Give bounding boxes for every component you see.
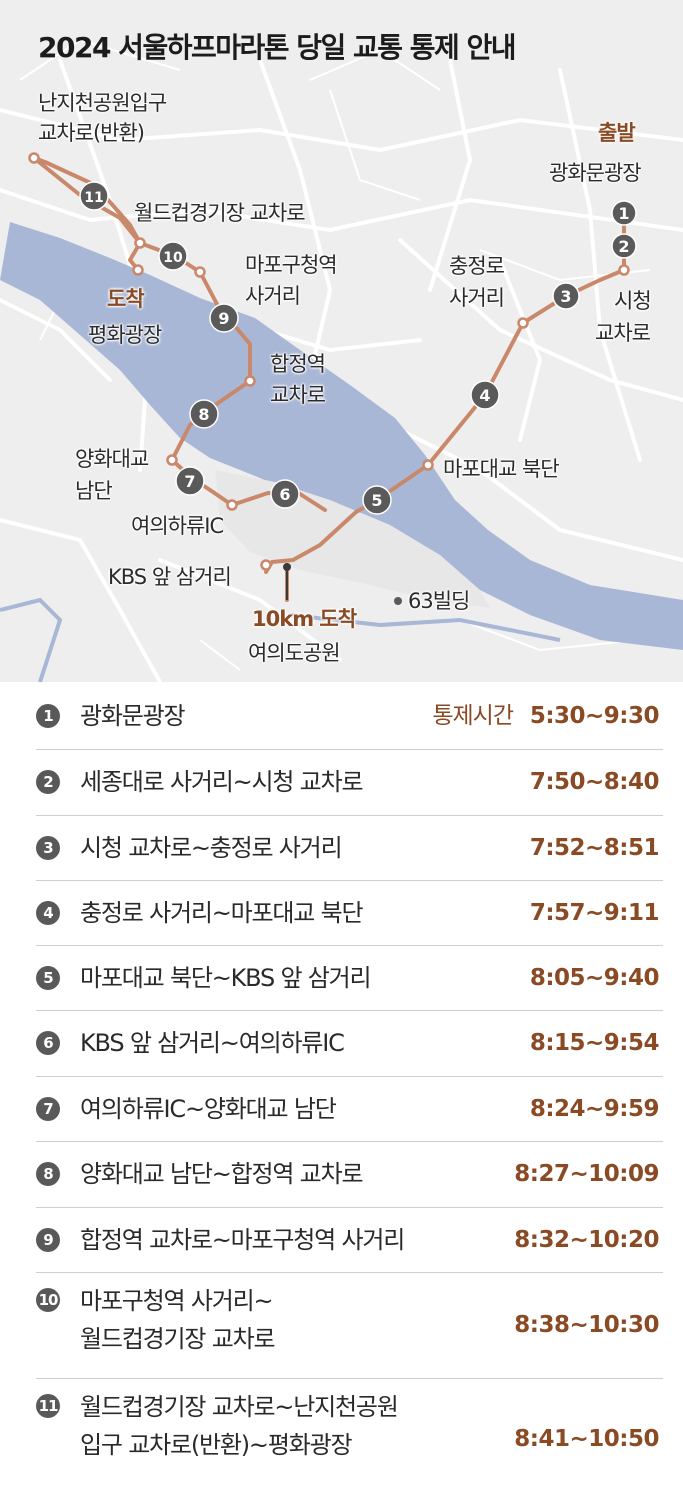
- segment-number-badge: 7: [36, 1096, 60, 1121]
- segment-name: 마포대교 북단~KBS 앞 삼거리: [80, 963, 372, 992]
- control-time: 8:32~10:20: [514, 1226, 659, 1253]
- control-time: 8:41~10:50: [514, 1425, 659, 1452]
- schedule-row: 6 KBS 앞 삼거리~여의하류IC 8:15~9:54: [36, 1010, 663, 1077]
- route-marker-number: 6: [279, 485, 290, 504]
- segment-number-badge: 8: [36, 1162, 60, 1186]
- segment-name-line2: 월드컵경기장 교차로: [80, 1325, 276, 1353]
- label-hapjeong-line2: 교차로: [270, 383, 326, 407]
- route-marker-number: 4: [479, 386, 490, 405]
- segment-number-badge: 10: [36, 1288, 60, 1312]
- segment-number-badge: 5: [36, 965, 60, 990]
- route-marker-4: 4: [470, 380, 500, 410]
- route-marker-2: 2: [611, 233, 637, 259]
- segment-name: 광화문광장: [80, 701, 186, 730]
- label-chungjeong-line1: 충정로: [449, 254, 505, 278]
- route-marker-number: 2: [618, 237, 629, 256]
- label-finish-10k-place: 여의도공원: [248, 641, 341, 665]
- segment-name: 시청 교차로~충정로 사거리: [80, 833, 343, 862]
- schedule-row: 3 시청 교차로~충정로 사거리 7:52~8:51: [36, 815, 663, 881]
- control-time: 7:57~9:11: [529, 899, 660, 926]
- segment-name: 합정역 교차로~마포구청역 사거리: [80, 1225, 405, 1254]
- label-mapo-office-line1: 마포구청역: [245, 253, 338, 277]
- schedule-row: 11 월드컵경기장 교차로~난지천공원입구 교차로(반환)~평화광장 8:41~10…: [36, 1378, 663, 1499]
- schedule-row: 9 합정역 교차로~마포구청역 사거리 8:32~10:20: [36, 1207, 663, 1273]
- route-marker-5: 5: [362, 485, 392, 515]
- label-hapjeong-line1: 합정역: [270, 352, 326, 376]
- route-marker-number: 9: [218, 309, 229, 328]
- label-worldcup: 월드컵경기장 교차로: [134, 201, 306, 225]
- label-start-place: 광화문광장: [549, 161, 642, 185]
- route-marker-9: 9: [209, 303, 239, 333]
- segment-name: 여의하류IC~양화대교 남단: [80, 1094, 337, 1123]
- route-marker-number: 7: [184, 472, 195, 491]
- label-mapo-office-line2: 사거리: [245, 284, 301, 308]
- schedule-row: 8 양화대교 남단~합정역 교차로 8:27~10:09: [36, 1141, 663, 1208]
- route-marker-1: 1: [611, 200, 637, 226]
- label-chungjeong-line2: 사거리: [449, 286, 505, 310]
- control-time: 7:52~8:51: [529, 834, 660, 861]
- segment-name: 충정로 사거리~마포대교 북단: [80, 898, 364, 927]
- schedule-row: 10 마포구청역 사거리~ 월드컵경기장 교차로 8:38~10:30: [36, 1272, 663, 1379]
- label-63-building: 63빌딩: [408, 589, 470, 613]
- route-marker-11: 11: [79, 181, 109, 211]
- route-marker-number: 5: [371, 491, 382, 510]
- building-63-dot: [394, 597, 402, 605]
- control-time: 8:38~10:30: [514, 1312, 659, 1338]
- control-time: 8:05~9:40: [529, 964, 660, 991]
- label-nanji-line1: 난지천공원입구: [38, 91, 167, 115]
- route-marker-8: 8: [189, 399, 219, 429]
- route-marker-number: 11: [84, 190, 103, 206]
- segment-name: 월드컵경기장 교차로~난지천공원: [80, 1393, 399, 1421]
- segment-number-badge: 9: [36, 1227, 60, 1252]
- control-time-label: 통제시간: [432, 702, 514, 729]
- route-marker-number: 10: [163, 250, 183, 266]
- control-time: 8:24~9:59: [529, 1095, 660, 1122]
- label-yanghwa-line1: 양화대교: [75, 447, 149, 471]
- route-marker-number: 1: [618, 204, 629, 223]
- segment-number-badge: 4: [36, 900, 60, 925]
- segment-name: KBS 앞 삼거리~여의하류IC: [80, 1029, 345, 1057]
- route-marker-6: 6: [270, 479, 300, 509]
- segment-number-badge: 11: [36, 1394, 60, 1418]
- segment-name: 양화대교 남단~합정역 교차로: [80, 1160, 364, 1188]
- route-marker-7: 7: [175, 466, 205, 496]
- label-kbs: KBS 앞 삼거리: [108, 565, 232, 589]
- label-finish: 도착: [107, 287, 145, 311]
- label-yanghwa-line2: 남단: [75, 479, 113, 503]
- segment-number-badge: 6: [36, 1031, 60, 1055]
- schedule-row: 4 충정로 사거리~마포대교 북단 7:57~9:11: [36, 880, 663, 946]
- label-cityhall-line2: 교차로: [595, 321, 651, 345]
- schedule-row: 7 여의하류IC~양화대교 남단 8:24~9:59: [36, 1076, 663, 1142]
- map-title: 2024 서울하프마라톤 당일 교통 통제 안내: [38, 31, 517, 64]
- label-cityhall-line1: 시청: [614, 289, 652, 313]
- label-yeouiharyu: 여의하류IC: [131, 514, 224, 538]
- control-time: 5:30~9:30: [529, 702, 660, 729]
- label-finish-place: 평화광장: [88, 323, 162, 347]
- route-map: 1 2 3 4 5 6 7 8 9 10 11 2024 서울하프마라톤 당일 교통 통제 안내 난…: [0, 0, 683, 682]
- segment-name-line2: 입구 교차로(반환)~평화광장: [80, 1431, 353, 1459]
- segment-number-badge: 1: [36, 703, 60, 728]
- route-marker-10: 10: [158, 241, 188, 271]
- label-nanji-line2: 교차로(반환): [38, 121, 145, 145]
- schedule-row: 1 광화문광장 통제시간 5:30~9:30: [36, 682, 663, 750]
- segment-number-badge: 2: [36, 770, 60, 794]
- segment-name: 마포구청역 사거리~: [80, 1287, 274, 1315]
- route-marker-3: 3: [552, 282, 580, 310]
- route-marker-number: 8: [198, 405, 209, 424]
- segment-name: 세종대로 사거리~시청 교차로: [80, 768, 364, 796]
- schedule-row: 5 마포대교 북단~KBS 앞 삼거리 8:05~9:40: [36, 945, 663, 1011]
- control-time: 8:27~10:09: [514, 1161, 659, 1187]
- schedule-row: 2 세종대로 사거리~시청 교차로 7:50~8:40: [36, 749, 663, 816]
- label-mapo-bridge: 마포대교 북단: [443, 457, 560, 481]
- control-time: 7:50~8:40: [529, 769, 660, 795]
- segment-number-badge: 3: [36, 835, 60, 860]
- label-finish-10k: 10km 도착: [252, 607, 357, 631]
- route-marker-number: 3: [560, 287, 571, 306]
- label-start: 출발: [598, 121, 636, 145]
- control-time: 8:15~9:54: [529, 1030, 660, 1056]
